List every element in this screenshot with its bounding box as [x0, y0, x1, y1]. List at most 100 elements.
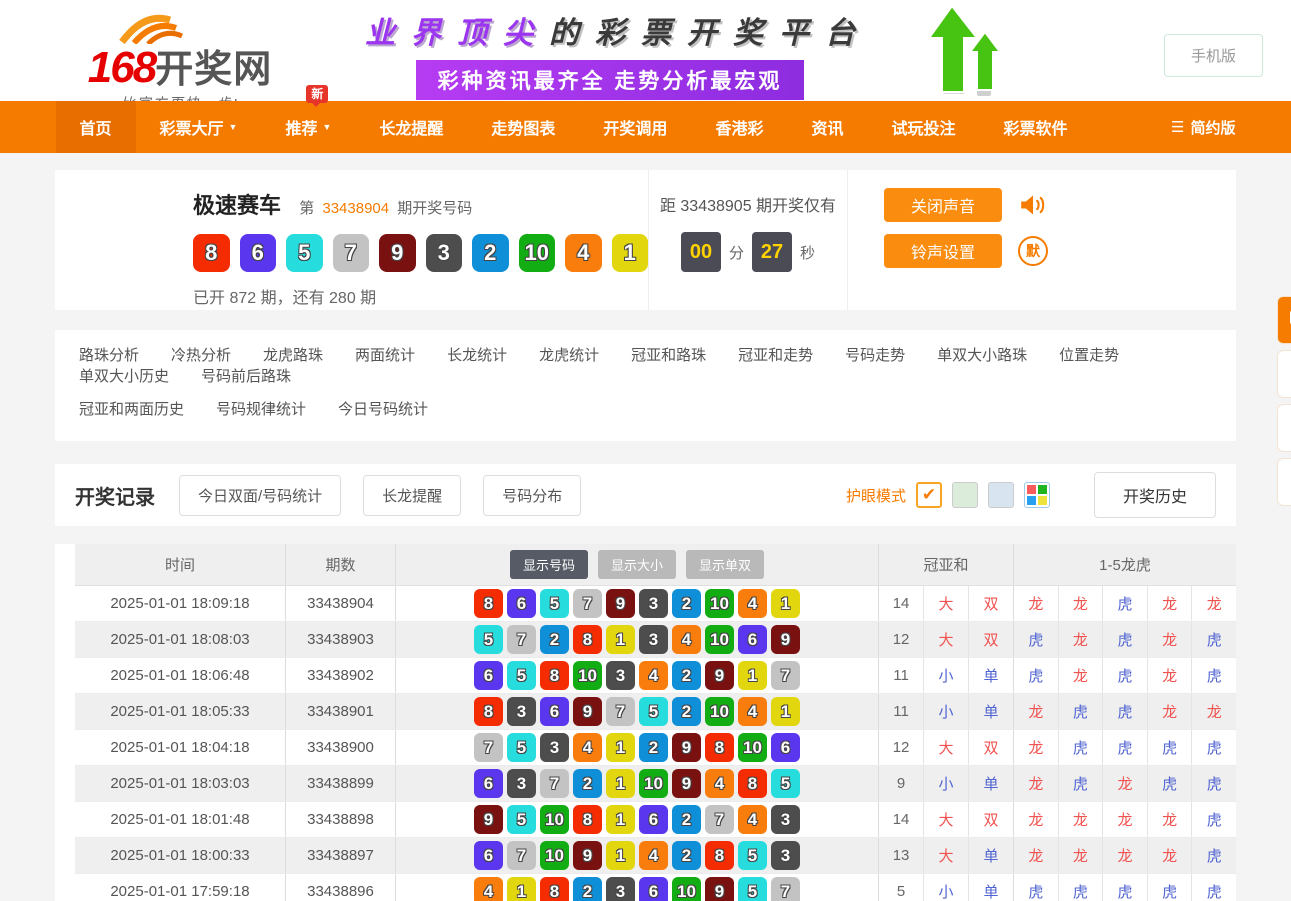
ringtone-settings-button[interactable]: 铃声设置: [884, 234, 1002, 268]
countdown-block: 距 33438905 期开奖仅有 00 分 27 秒: [648, 170, 848, 310]
nav-item-8[interactable]: 资讯: [787, 101, 867, 153]
cell-dragon-5: 虎: [1191, 658, 1236, 693]
quick-link[interactable]: 单双大小路珠: [937, 344, 1027, 365]
nav-item-6[interactable]: 开奖调用: [579, 101, 691, 153]
cell-dragon-4: 虎: [1147, 730, 1192, 765]
toggle-显示号码[interactable]: 显示号码: [510, 550, 588, 579]
ball-1: 1: [606, 769, 635, 798]
quick-link[interactable]: 龙虎统计: [539, 344, 599, 365]
banner-title: 业界顶尖的彩票开奖平台: [310, 8, 910, 52]
cell-dragon-4: 虎: [1147, 874, 1192, 901]
simple-version-label: 简约版: [1190, 117, 1235, 138]
cell-dragon-5: 虎: [1191, 838, 1236, 873]
theme-swatch-green[interactable]: [952, 482, 978, 508]
speaker-icon[interactable]: [1018, 192, 1048, 218]
ball-10: 10: [540, 841, 569, 870]
banner-subtitle: 彩种资讯最齐全 走势分析最宏观: [416, 60, 805, 100]
nav-item-4[interactable]: 长龙提醒: [355, 101, 467, 153]
draw-progress: 已开 872 期，还有 280 期: [193, 284, 648, 308]
ball-8: 8: [573, 625, 602, 654]
nav-item-5[interactable]: 走势图表: [467, 101, 579, 153]
quick-link[interactable]: 号码前后路珠: [201, 365, 291, 386]
theme-swatch-blue[interactable]: [988, 482, 1014, 508]
records-button[interactable]: 号码分布: [483, 475, 581, 516]
default-ringtone-badge[interactable]: 默: [1018, 236, 1048, 266]
cell-dragon-1: 龙: [1013, 802, 1058, 837]
cell-size: 小: [923, 694, 968, 729]
quick-link[interactable]: 龙虎路珠: [263, 344, 323, 365]
nav-item-3[interactable]: 推荐▼新: [261, 101, 355, 153]
cell-dragon-2: 虎: [1058, 730, 1103, 765]
ball-10: 10: [672, 877, 701, 901]
mobile-version-button[interactable]: 手机版: [1164, 34, 1263, 77]
side-widget-4[interactable]: A: [1277, 458, 1291, 506]
ball-5: 5: [507, 805, 536, 834]
records-button[interactable]: 长龙提醒: [363, 475, 461, 516]
cell-issue: 33438901: [285, 694, 395, 729]
banner-char: 业: [365, 8, 395, 52]
quick-link[interactable]: 号码走势: [845, 344, 905, 365]
quick-link[interactable]: 路珠分析: [79, 344, 139, 365]
banner-char: 的: [549, 8, 579, 52]
quick-link[interactable]: 两面统计: [355, 344, 415, 365]
mute-sound-button[interactable]: 关闭声音: [884, 188, 1002, 222]
draw-balls: 86579321041: [193, 234, 648, 272]
ball-5: 5: [771, 769, 800, 798]
links-row-2: 冠亚和两面历史 号码规律统计 今日号码统计: [79, 398, 1212, 419]
ball-4: 4: [672, 625, 701, 654]
side-widget-2[interactable]: 客: [1277, 350, 1291, 398]
table-row: 2025-01-01 17:59:1833438896418236109575小…: [75, 874, 1236, 901]
nav-item-7[interactable]: 香港彩: [691, 101, 787, 153]
ball-7: 7: [474, 733, 503, 762]
nav-item-label: 长龙提醒: [379, 115, 443, 139]
records-button[interactable]: 今日双面/号码统计: [179, 475, 341, 516]
cell-sum: 14: [878, 586, 923, 621]
ball-3: 3: [606, 877, 635, 901]
quick-link[interactable]: 冠亚和两面历史: [79, 398, 184, 419]
ball-10: 10: [519, 234, 556, 272]
nav-item-1[interactable]: 首页: [56, 101, 136, 153]
ball-10: 10: [705, 625, 734, 654]
logo-text: 开奖网: [155, 49, 272, 91]
countdown-suffix: 期开奖仅有: [756, 198, 836, 215]
side-widget-3[interactable]: 反: [1277, 404, 1291, 452]
nav-item-2[interactable]: 彩票大厅▼: [136, 101, 262, 153]
cell-dragon-2: 龙: [1058, 622, 1103, 657]
ball-2: 2: [672, 697, 701, 726]
eye-mode-checkbox[interactable]: ✔: [916, 482, 942, 508]
site-logo[interactable]: 168开奖网 比官方更快一步!: [80, 10, 280, 113]
cell-dragon-5: 龙: [1191, 586, 1236, 621]
cell-dragon-2: 龙: [1058, 658, 1103, 693]
quick-link[interactable]: 位置走势: [1059, 344, 1119, 365]
quick-link[interactable]: 冠亚和路珠: [631, 344, 706, 365]
quick-link[interactable]: 长龙统计: [447, 344, 507, 365]
table-row: 2025-01-01 18:08:03334389035728134106912…: [75, 622, 1236, 658]
quick-link[interactable]: 号码规律统计: [216, 398, 306, 419]
cell-balls: 57281341069: [395, 622, 878, 657]
cell-dragon-4: 虎: [1147, 766, 1192, 801]
records-title: 开奖记录: [75, 481, 155, 510]
nav-item-10[interactable]: 彩票软件: [979, 101, 1091, 153]
quick-link[interactable]: 冠亚和走势: [738, 344, 813, 365]
theme-swatch-multicolor[interactable]: [1024, 482, 1050, 508]
cell-dragon-4: 龙: [1147, 838, 1192, 873]
cell-issue: 33438902: [285, 658, 395, 693]
table-row: 2025-01-01 18:06:48334389026581034291711…: [75, 658, 1236, 694]
ball-7: 7: [771, 661, 800, 690]
display-toggles: 显示号码显示大小显示单双: [395, 544, 878, 585]
toggle-显示大小[interactable]: 显示大小: [598, 550, 676, 579]
ball-2: 2: [672, 841, 701, 870]
draw-history-button[interactable]: 开奖历史: [1094, 472, 1216, 518]
quick-link[interactable]: 单双大小历史: [79, 365, 169, 386]
quick-link[interactable]: 今日号码统计: [338, 398, 428, 419]
toggle-显示单双[interactable]: 显示单双: [686, 550, 764, 579]
cell-dragon-2: 虎: [1058, 766, 1103, 801]
current-issue: 33438904: [322, 200, 389, 217]
nav-item-9[interactable]: 试玩投注: [867, 101, 979, 153]
simple-version-link[interactable]: ☰简约版: [1171, 101, 1235, 153]
nav-list: 首页彩票大厅▼推荐▼新长龙提醒走势图表开奖调用香港彩资讯试玩投注彩票软件 ☰简约版: [56, 101, 1236, 153]
side-widget-1[interactable]: [1277, 296, 1291, 344]
quick-link[interactable]: 冷热分析: [171, 344, 231, 365]
cell-parity: 单: [968, 694, 1013, 729]
cell-sum: 13: [878, 838, 923, 873]
